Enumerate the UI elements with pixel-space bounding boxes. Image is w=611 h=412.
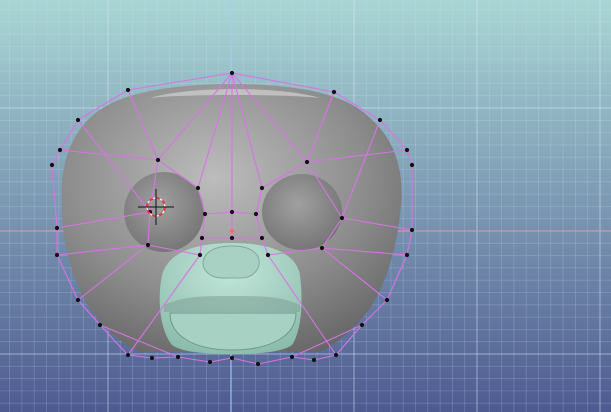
cage-vertex[interactable] (311, 357, 317, 363)
cage-vertex[interactable] (409, 227, 415, 233)
cage-vertex[interactable] (54, 225, 60, 231)
cage-vertex[interactable] (255, 361, 261, 367)
cage-vertex[interactable] (202, 211, 208, 217)
cage-vertex[interactable] (197, 252, 203, 258)
cage-vertex[interactable] (125, 352, 131, 358)
cage-vertex[interactable] (175, 354, 181, 360)
cage-vertex[interactable] (319, 245, 325, 251)
cage-vertex[interactable] (75, 297, 81, 303)
right-eye-socket (262, 174, 342, 250)
cage-vertex[interactable] (289, 354, 295, 360)
object-origin-dot (229, 228, 235, 234)
cage-vertex[interactable] (331, 89, 337, 95)
cage-vertex[interactable] (339, 215, 345, 221)
cage-vertex[interactable] (229, 209, 235, 215)
cage-vertex[interactable] (199, 235, 205, 241)
cage-vertex[interactable] (359, 322, 365, 328)
cage-vertex[interactable] (409, 162, 415, 168)
cage-vertex[interactable] (229, 70, 235, 76)
cage-vertex[interactable] (253, 211, 259, 217)
3d-viewport[interactable] (0, 0, 611, 412)
cage-vertex[interactable] (57, 147, 63, 153)
cage-vertex[interactable] (125, 87, 131, 93)
cage-vertex[interactable] (265, 252, 271, 258)
cage-vertex[interactable] (333, 352, 339, 358)
nose (202, 245, 260, 279)
viewport-canvas[interactable] (0, 0, 611, 412)
cage-vertex[interactable] (75, 117, 81, 123)
cage-vertex[interactable] (149, 355, 155, 361)
cage-vertex[interactable] (195, 185, 201, 191)
cage-vertex[interactable] (404, 147, 410, 153)
cage-vertex[interactable] (54, 252, 60, 258)
cage-vertex[interactable] (384, 297, 390, 303)
cage-vertex[interactable] (207, 359, 213, 365)
cage-vertex[interactable] (304, 159, 310, 165)
cage-vertex[interactable] (377, 117, 383, 123)
cage-vertex[interactable] (155, 157, 161, 163)
cage-vertex[interactable] (404, 252, 410, 258)
cage-vertex[interactable] (259, 185, 265, 191)
cage-vertex[interactable] (97, 322, 103, 328)
cage-vertex[interactable] (145, 242, 151, 248)
cage-vertex[interactable] (49, 162, 55, 168)
cage-vertex[interactable] (229, 355, 235, 361)
cage-vertex[interactable] (229, 235, 235, 241)
cage-vertex[interactable] (259, 235, 265, 241)
